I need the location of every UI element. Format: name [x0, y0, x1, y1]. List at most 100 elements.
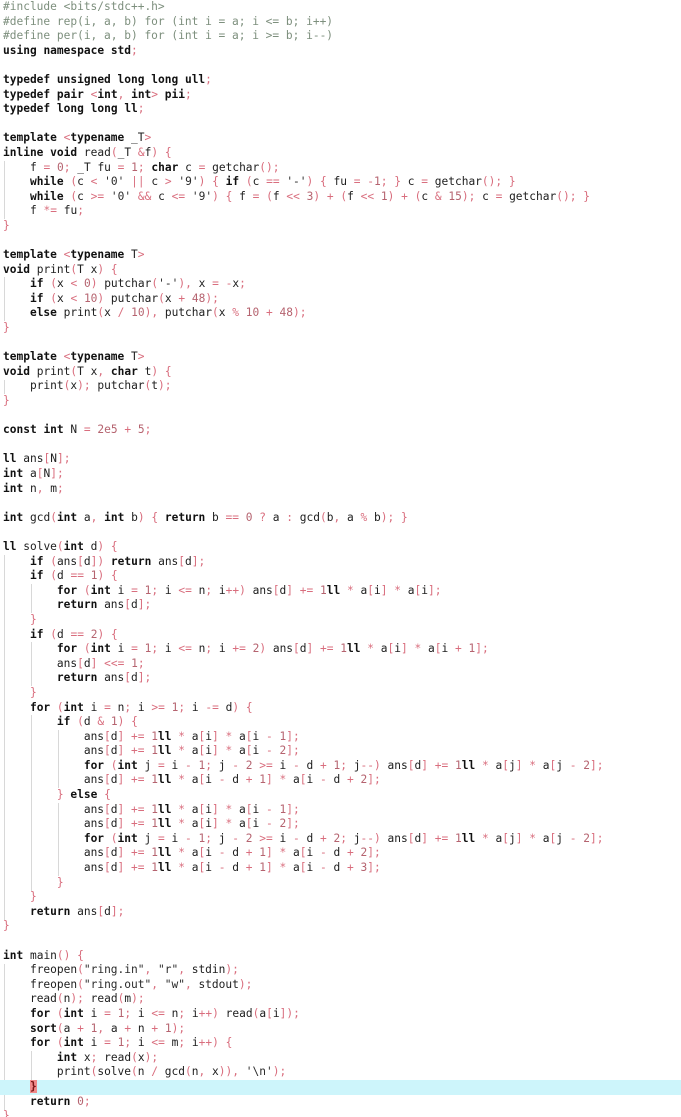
- code-line[interactable]: } else {: [0, 788, 681, 803]
- code-line[interactable]: }: [0, 686, 681, 701]
- code-line[interactable]: template <typename _T>: [0, 131, 681, 146]
- code-line[interactable]: f *= fu;: [0, 204, 681, 219]
- identifier-token: d: [110, 744, 118, 758]
- identifier-token: ans: [83, 846, 105, 860]
- code-line[interactable]: ans[d] += 1ll * a[i - d + 1] * a[i - d +…: [0, 846, 681, 861]
- code-line[interactable]: [0, 117, 681, 132]
- code-line[interactable]: [0, 336, 681, 351]
- code-line[interactable]: [0, 234, 681, 249]
- code-line[interactable]: int main() {: [0, 949, 681, 964]
- code-line[interactable]: else print(x / 10), putchar(x % 10 + 48)…: [0, 306, 681, 321]
- operator-token: -: [218, 773, 226, 787]
- code-line[interactable]: ll solve(int d) {: [0, 540, 681, 555]
- keyword-token: namespace: [43, 43, 105, 57]
- code-line[interactable]: #define per(i, a, b) for (int i = a; i >…: [0, 29, 681, 44]
- operator-token: }: [56, 875, 64, 889]
- operator-token: [: [245, 817, 253, 831]
- code-line[interactable]: return ans[d];: [0, 671, 681, 686]
- code-line[interactable]: #include <bits/stdc++.h>: [0, 0, 681, 15]
- identifier-token: _T: [131, 131, 145, 145]
- code-line[interactable]: }: [0, 1109, 681, 1117]
- code-line[interactable]: [0, 438, 681, 453]
- code-line[interactable]: ans[d] += 1ll * a[i] * a[i - 1];: [0, 803, 681, 818]
- code-editor[interactable]: #include <bits/stdc++.h> #define rep(i, a…: [0, 0, 681, 1117]
- code-line[interactable]: print(x); putchar(t);: [0, 379, 681, 394]
- code-line[interactable]: }: [0, 876, 681, 891]
- code-line[interactable]: for (int i = 1; i <= n; i++) ans[d] += 1…: [0, 584, 681, 599]
- operator-token: *: [178, 817, 186, 831]
- code-line[interactable]: for (int i = n; i >= 1; i -= d) {: [0, 701, 681, 716]
- code-line[interactable]: return 0;: [0, 1095, 681, 1110]
- code-line[interactable]: if (d == 2) {: [0, 628, 681, 643]
- operator-token: ;: [293, 802, 300, 816]
- code-line[interactable]: ans[d] += 1ll * a[i - d + 1] * a[i - d +…: [0, 861, 681, 876]
- code-line[interactable]: for (int j = i - 1; j - 2 >= i - d + 1; …: [0, 759, 681, 774]
- code-line[interactable]: inline void read(_T &f) {: [0, 146, 681, 161]
- code-line[interactable]: if (d & 1) {: [0, 715, 681, 730]
- code-line[interactable]: int n, m;: [0, 482, 681, 497]
- code-line[interactable]: [0, 409, 681, 424]
- operator-token: ]: [515, 831, 523, 845]
- code-line[interactable]: f = 0; _T fu = 1; char c = getchar();: [0, 161, 681, 176]
- code-line[interactable]: }: [0, 890, 681, 905]
- code-line[interactable]: void print(T x) {: [0, 263, 681, 278]
- code-line[interactable]: return ans[d];: [0, 598, 681, 613]
- operator-token: =: [104, 1006, 111, 1020]
- code-content[interactable]: #include <bits/stdc++.h> #define rep(i, a…: [0, 0, 681, 1117]
- code-line[interactable]: ans[d] <<= 1;: [0, 657, 681, 672]
- code-line[interactable]: if (x < 0) putchar('-'), x = -x;: [0, 277, 681, 292]
- code-line[interactable]: ans[d] += 1ll * a[i] * a[i - 1];: [0, 730, 681, 745]
- code-line[interactable]: }: [0, 394, 681, 409]
- operator-token: *: [178, 861, 186, 875]
- code-line[interactable]: }: [0, 919, 681, 934]
- identifier-token: print: [56, 1065, 91, 1079]
- code-line[interactable]: print(solve(n / gcd(n, x)), '\n');: [0, 1065, 681, 1080]
- operator-token: ,: [232, 1065, 239, 1079]
- code-line[interactable]: if (d == 1) {: [0, 569, 681, 584]
- code-line[interactable]: #define rep(i, a, b) for (int i = a; i <…: [0, 15, 681, 30]
- code-line[interactable]: typedef long long ll;: [0, 102, 681, 117]
- code-line[interactable]: freopen("ring.out", "w", stdout);: [0, 978, 681, 993]
- code-line[interactable]: int x; read(x);: [0, 1051, 681, 1066]
- code-line[interactable]: freopen("ring.in", "r", stdin);: [0, 963, 681, 978]
- code-line[interactable]: for (int i = 1; i <= n; i++) read(a[i]);: [0, 1007, 681, 1022]
- code-line[interactable]: for (int i = 1; i <= m; i++) {: [0, 1036, 681, 1051]
- operator-token: -: [367, 175, 375, 189]
- code-line[interactable]: typedef pair <int, int> pii;: [0, 88, 681, 103]
- code-line[interactable]: int gcd(int a, int b) { return b == 0 ? …: [0, 511, 681, 526]
- code-line[interactable]: if (x < 10) putchar(x + 48);: [0, 292, 681, 307]
- code-line[interactable]: [0, 58, 681, 73]
- code-line[interactable]: [0, 934, 681, 949]
- code-line[interactable]: typedef unsigned long long ull;: [0, 73, 681, 88]
- code-line[interactable]: ans[d] += 1ll * a[i - d + 1] * a[i - d +…: [0, 773, 681, 788]
- code-line[interactable]: return ans[d];: [0, 905, 681, 920]
- keyword-token: typename: [70, 131, 125, 145]
- code-line[interactable]: for (int j = i - 1; j - 2 >= i - d + 2; …: [0, 832, 681, 847]
- code-line[interactable]: }: [0, 1079, 681, 1095]
- identifier-token: gcd: [299, 510, 321, 524]
- code-line[interactable]: while (c >= '0' && c <= '9') { f = (f <<…: [0, 190, 681, 205]
- code-line[interactable]: ans[d] += 1ll * a[i] * a[i - 2];: [0, 744, 681, 759]
- code-line[interactable]: }: [0, 321, 681, 336]
- code-line[interactable]: template <typename T>: [0, 248, 681, 263]
- operator-token: ]: [137, 598, 145, 612]
- string-literal: '0': [104, 175, 125, 189]
- code-line[interactable]: void print(T x, char t) {: [0, 365, 681, 380]
- code-line[interactable]: template <typename T>: [0, 350, 681, 365]
- code-line[interactable]: using namespace std;: [0, 44, 681, 59]
- code-line[interactable]: [0, 525, 681, 540]
- keyword-token: long: [117, 72, 145, 86]
- code-line[interactable]: }: [0, 613, 681, 628]
- keyword-token: ll: [158, 773, 172, 787]
- code-line[interactable]: int a[N];: [0, 467, 681, 482]
- code-line[interactable]: while (c < '0' || c > '9') { if (c == '-…: [0, 175, 681, 190]
- code-line[interactable]: ll ans[N];: [0, 452, 681, 467]
- code-line[interactable]: }: [0, 219, 681, 234]
- code-line[interactable]: for (int i = 1; i <= n; i += 2) ans[d] +…: [0, 642, 681, 657]
- code-line[interactable]: if (ans[d]) return ans[d];: [0, 555, 681, 570]
- code-line[interactable]: sort(a + 1, a + n + 1);: [0, 1022, 681, 1037]
- code-line[interactable]: read(n); read(m);: [0, 992, 681, 1007]
- code-line[interactable]: ans[d] += 1ll * a[i] * a[i - 2];: [0, 817, 681, 832]
- code-line[interactable]: [0, 496, 681, 511]
- code-line[interactable]: const int N = 2e5 + 5;: [0, 423, 681, 438]
